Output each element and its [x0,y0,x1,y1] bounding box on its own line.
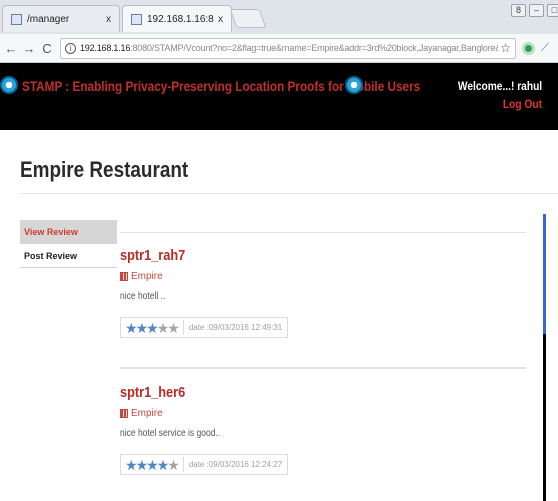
divider [120,232,526,233]
tab-label: 192.168.1.16:8080/STAM [147,13,214,25]
extension-feather-icon[interactable]: ⟋ [541,42,549,55]
url-path: :8080/STAMP/Vcount?no=2&flag=true&rname=… [130,43,498,53]
browser-tab-strip: /manager x 192.168.1.16:8080/STAM x 8 – … [0,0,558,34]
sidebar-menu: View Review Post Review [20,220,117,268]
divider [182,320,184,335]
menu-item-view-review[interactable]: View Review [20,220,117,244]
browser-tab-manager[interactable]: /manager x [2,5,120,32]
gear-logo-icon [345,76,363,94]
welcome-text: Welcome...! rahul [457,79,542,93]
building-icon [120,409,128,418]
building-icon [120,272,128,281]
divider [120,367,526,369]
address-bar[interactable]: i 192.168.1.16:8080/STAMP/Vcount?no=2&fl… [60,37,516,59]
star-filled-icon: ★ [135,319,148,336]
review-place-name: Empire [131,408,163,419]
browser-tab-stamp[interactable]: 192.168.1.16:8080/STAM x [122,5,232,32]
url-host: 192.168.1.16 [80,43,131,53]
forward-arrow-icon[interactable]: → [22,41,36,56]
divider [20,193,558,194]
maximize-icon[interactable]: □ [547,4,558,17]
star-empty-icon: ★ [156,319,169,336]
star-rating: ★ ★ ★ ★ ★ [125,319,180,336]
gear-logo-icon [0,76,18,94]
page-title: Empire Restaurant [20,157,189,182]
menu-item-post-review[interactable]: Post Review [20,244,117,268]
star-empty-icon: ★ [167,319,179,336]
site-header: STAMP : Enabling Privacy-Preserving Loca… [0,63,558,130]
info-icon[interactable]: i [65,42,76,54]
minimize-icon[interactable]: – [529,4,544,17]
review-author: sptr1_her6 [120,384,186,401]
star-filled-icon: ★ [125,456,137,473]
review-place: Empire [120,271,526,282]
reload-icon[interactable]: C [40,41,54,56]
review-meta: ★ ★ ★ ★ ★ date :09/03/2016 12:49:31 [120,317,288,338]
star-filled-icon: ★ [146,456,158,473]
review-date: date :09/03/2016 12:24:27 [188,460,283,469]
scrollbar-thumb[interactable] [543,214,546,334]
star-filled-icon: ★ [125,319,137,336]
review-date: date :09/03/2016 12:49:31 [188,323,283,332]
user-icon[interactable]: 8 [511,4,526,17]
review-item: sptr1_her6 Empire nice hotel service is … [120,384,526,475]
url-text: 192.168.1.16:8080/STAMP/Vcount?no=2&flag… [80,43,498,53]
window-controls: 8 – □ [511,4,558,17]
star-filled-icon: ★ [146,319,158,336]
review-text: nice hotel service is good.. [120,428,221,439]
review-text: nice hotell .. [120,291,166,302]
close-tab-icon[interactable]: x [106,14,111,25]
divider [182,457,184,472]
extension-icon[interactable] [522,41,535,55]
star-empty-icon: ★ [167,456,179,473]
tab-label: /manager [27,13,70,25]
logout-link[interactable]: Log Out [503,97,542,111]
back-arrow-icon[interactable]: ← [4,41,18,56]
bookmark-star-icon[interactable]: ☆ [500,41,511,55]
new-tab-button[interactable] [229,9,267,28]
review-place: Empire [120,408,526,419]
page-favicon-icon [131,13,142,25]
page-favicon-icon [11,13,22,25]
review-meta: ★ ★ ★ ★ ★ date :09/03/2016 12:24:27 [120,454,288,475]
star-rating: ★ ★ ★ ★ ★ [125,456,180,473]
browser-toolbar: ← → C i 192.168.1.16:8080/STAMP/Vcount?n… [0,34,558,63]
star-filled-icon: ★ [156,456,169,473]
review-author: sptr1_rah7 [120,247,186,264]
review-place-name: Empire [131,271,163,282]
close-tab-icon[interactable]: x [218,14,223,25]
star-filled-icon: ★ [135,456,148,473]
review-item: sptr1_rah7 Empire nice hotell .. ★ ★ ★ ★ ★ d… [120,247,526,338]
